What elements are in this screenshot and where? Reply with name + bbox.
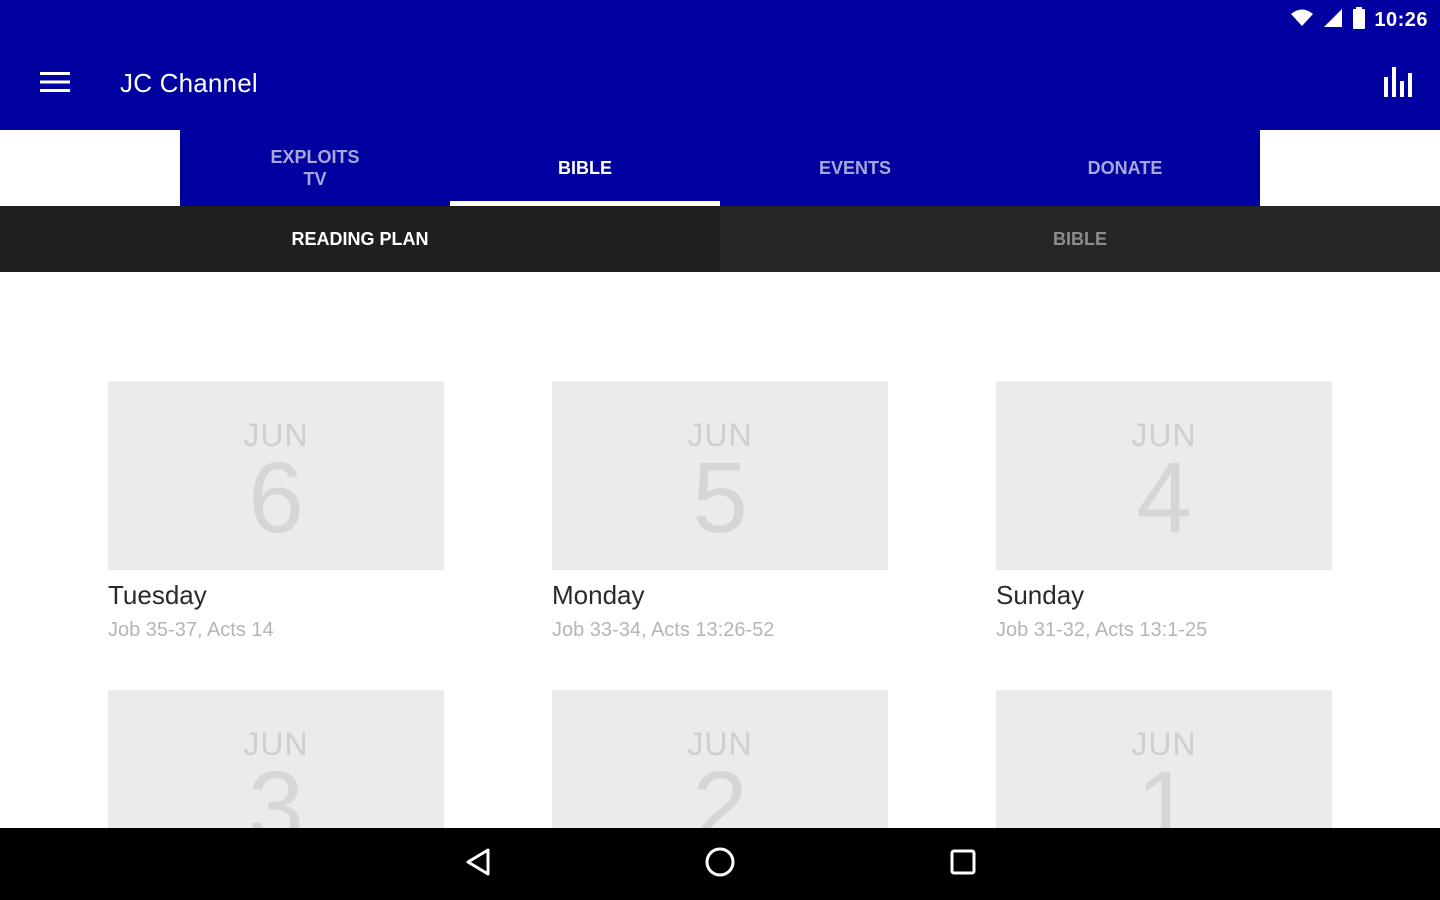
stats-button[interactable] [1376,62,1420,106]
tab-bible[interactable]: BIBLE [450,130,720,206]
bar-chart-icon [1383,66,1413,102]
recents-icon [949,848,977,881]
reading-weekday: Sunday [996,580,1085,610]
subtab-bible[interactable]: BIBLE [720,206,1440,272]
tab-donate-label: DONATE [1087,158,1163,178]
subtab-bible-label: BIBLE [1053,228,1107,249]
date-day: 5 [692,442,748,554]
date-tile: JUN 6 [108,381,444,570]
reading-weekday: Monday [552,580,645,610]
secondary-tabs: READING PLAN BIBLE [0,206,1440,272]
recents-button[interactable] [941,844,985,884]
reading-card[interactable]: JUN 3 [108,690,444,828]
reading-passage: Job 31-32, Acts 13:1-25 [996,619,1208,641]
app-bar: JC Channel [0,40,1440,130]
app-root: 10:26 JC Channel EXPLOITS TV BIBLE EVENT… [0,0,1440,900]
date-day: 1 [1136,751,1192,828]
navigation-bar [0,828,1440,900]
menu-button[interactable] [24,62,84,106]
reading-card[interactable]: JUN 6 Tuesday Job 35-37, Acts 14 [108,381,444,642]
reading-passage: Job 33-34, Acts 13:26-52 [552,619,775,641]
date-tile: JUN 4 [996,381,1332,570]
date-tile: JUN 1 [996,690,1332,828]
primary-tabs: EXPLOITS TV BIBLE EVENTS DONATE [180,130,1260,206]
date-day: 2 [692,751,748,828]
reading-card[interactable]: JUN 4 Sunday Job 31-32, Acts 13:1-25 [996,381,1332,642]
reading-card[interactable]: JUN 1 [996,690,1332,828]
subtab-reading-plan[interactable]: READING PLAN [0,206,720,272]
tab-donate[interactable]: DONATE [990,130,1260,206]
date-day: 3 [248,751,304,828]
reading-card[interactable]: JUN 2 [552,690,888,828]
tab-label-line2: TV [303,169,327,189]
reading-card[interactable]: JUN 5 Monday Job 33-34, Acts 13:26-52 [552,381,888,642]
back-button[interactable] [456,844,500,884]
status-time: 10:26 [1374,8,1428,31]
home-button[interactable] [698,844,742,884]
signal-icon [1322,8,1344,33]
hamburger-menu-icon [40,71,70,98]
app-title: JC Channel [120,68,258,98]
battery-icon [1352,6,1366,34]
wifi-icon [1290,8,1314,33]
tab-exploits-tv[interactable]: EXPLOITS TV [180,130,450,206]
subtab-reading-plan-label: READING PLAN [291,228,429,249]
date-day: 4 [1136,442,1192,554]
reading-passage: Job 35-37, Acts 14 [108,619,274,641]
tab-bible-label: BIBLE [558,158,612,178]
date-tile: JUN 2 [552,690,888,828]
date-tile: JUN 3 [108,690,444,828]
status-icons: 10:26 [1290,6,1428,34]
tab-events-label: EVENTS [818,158,892,178]
date-tile: JUN 5 [552,381,888,570]
home-icon [704,846,736,883]
reading-weekday: Tuesday [108,580,207,610]
reading-plan-list: JUN 6 Tuesday Job 35-37, Acts 14 JUN 5 M… [0,272,1440,828]
tab-events[interactable]: EVENTS [720,130,990,206]
status-bar: 10:26 [0,0,1440,40]
tab-label-line1: EXPLOITS [270,147,360,167]
tab-exploits-tv-label: EXPLOITS TV [270,146,359,190]
back-icon [464,847,492,882]
date-day: 6 [248,442,304,554]
